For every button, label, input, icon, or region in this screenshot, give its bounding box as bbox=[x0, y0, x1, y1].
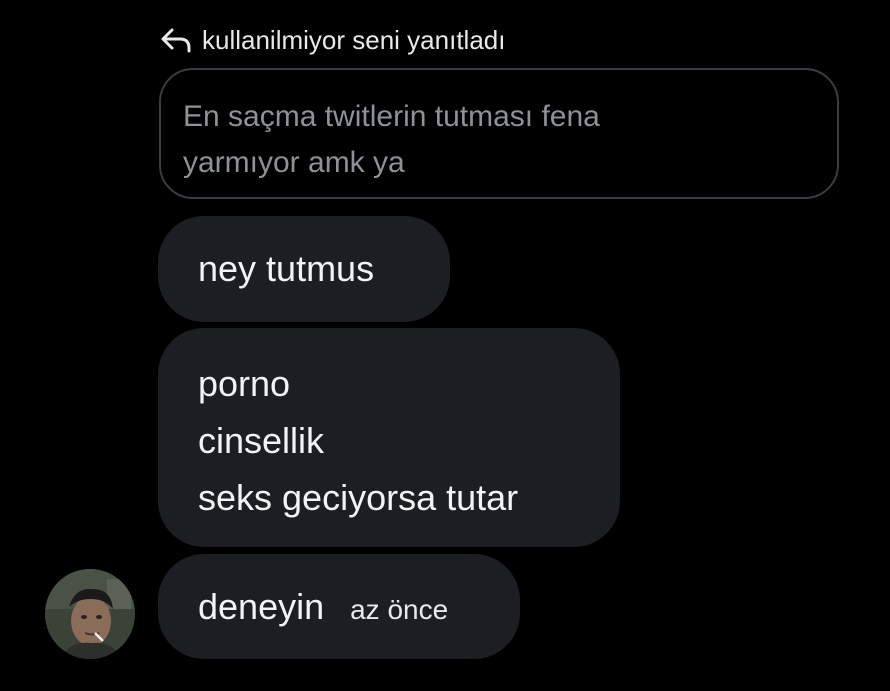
message-text: deneyin bbox=[198, 585, 325, 627]
reply-indicator: kullanilmiyor seni yanıtladı bbox=[160, 22, 505, 58]
message-text-line: cinsellik bbox=[198, 420, 325, 461]
message-timestamp: az önce bbox=[350, 593, 449, 625]
user-avatar-photo bbox=[45, 569, 135, 659]
reply-arrow-icon bbox=[160, 27, 192, 53]
message-bubble[interactable]: porno cinsellik seks geciyorsa tutar bbox=[158, 328, 620, 547]
avatar[interactable] bbox=[45, 569, 135, 659]
message-bubble[interactable]: deneyin az önce bbox=[158, 554, 520, 659]
quoted-message-line: En saçma twitlerin tutması fena bbox=[183, 100, 600, 133]
reply-indicator-text: kullanilmiyor seni yanıtladı bbox=[202, 24, 506, 55]
message-bubble[interactable]: ney tutmus bbox=[158, 216, 450, 322]
message-text-line: seks geciyorsa tutar bbox=[198, 477, 519, 518]
quoted-message[interactable]: En saçma twitlerin tutması fena yarmıyor… bbox=[159, 68, 839, 199]
message-text: ney tutmus bbox=[198, 248, 375, 289]
message-text-line: porno bbox=[198, 363, 291, 404]
dm-conversation: kullanilmiyor seni yanıtladı En saçma tw… bbox=[0, 0, 890, 691]
quoted-message-line: yarmıyor amk ya bbox=[183, 146, 405, 179]
